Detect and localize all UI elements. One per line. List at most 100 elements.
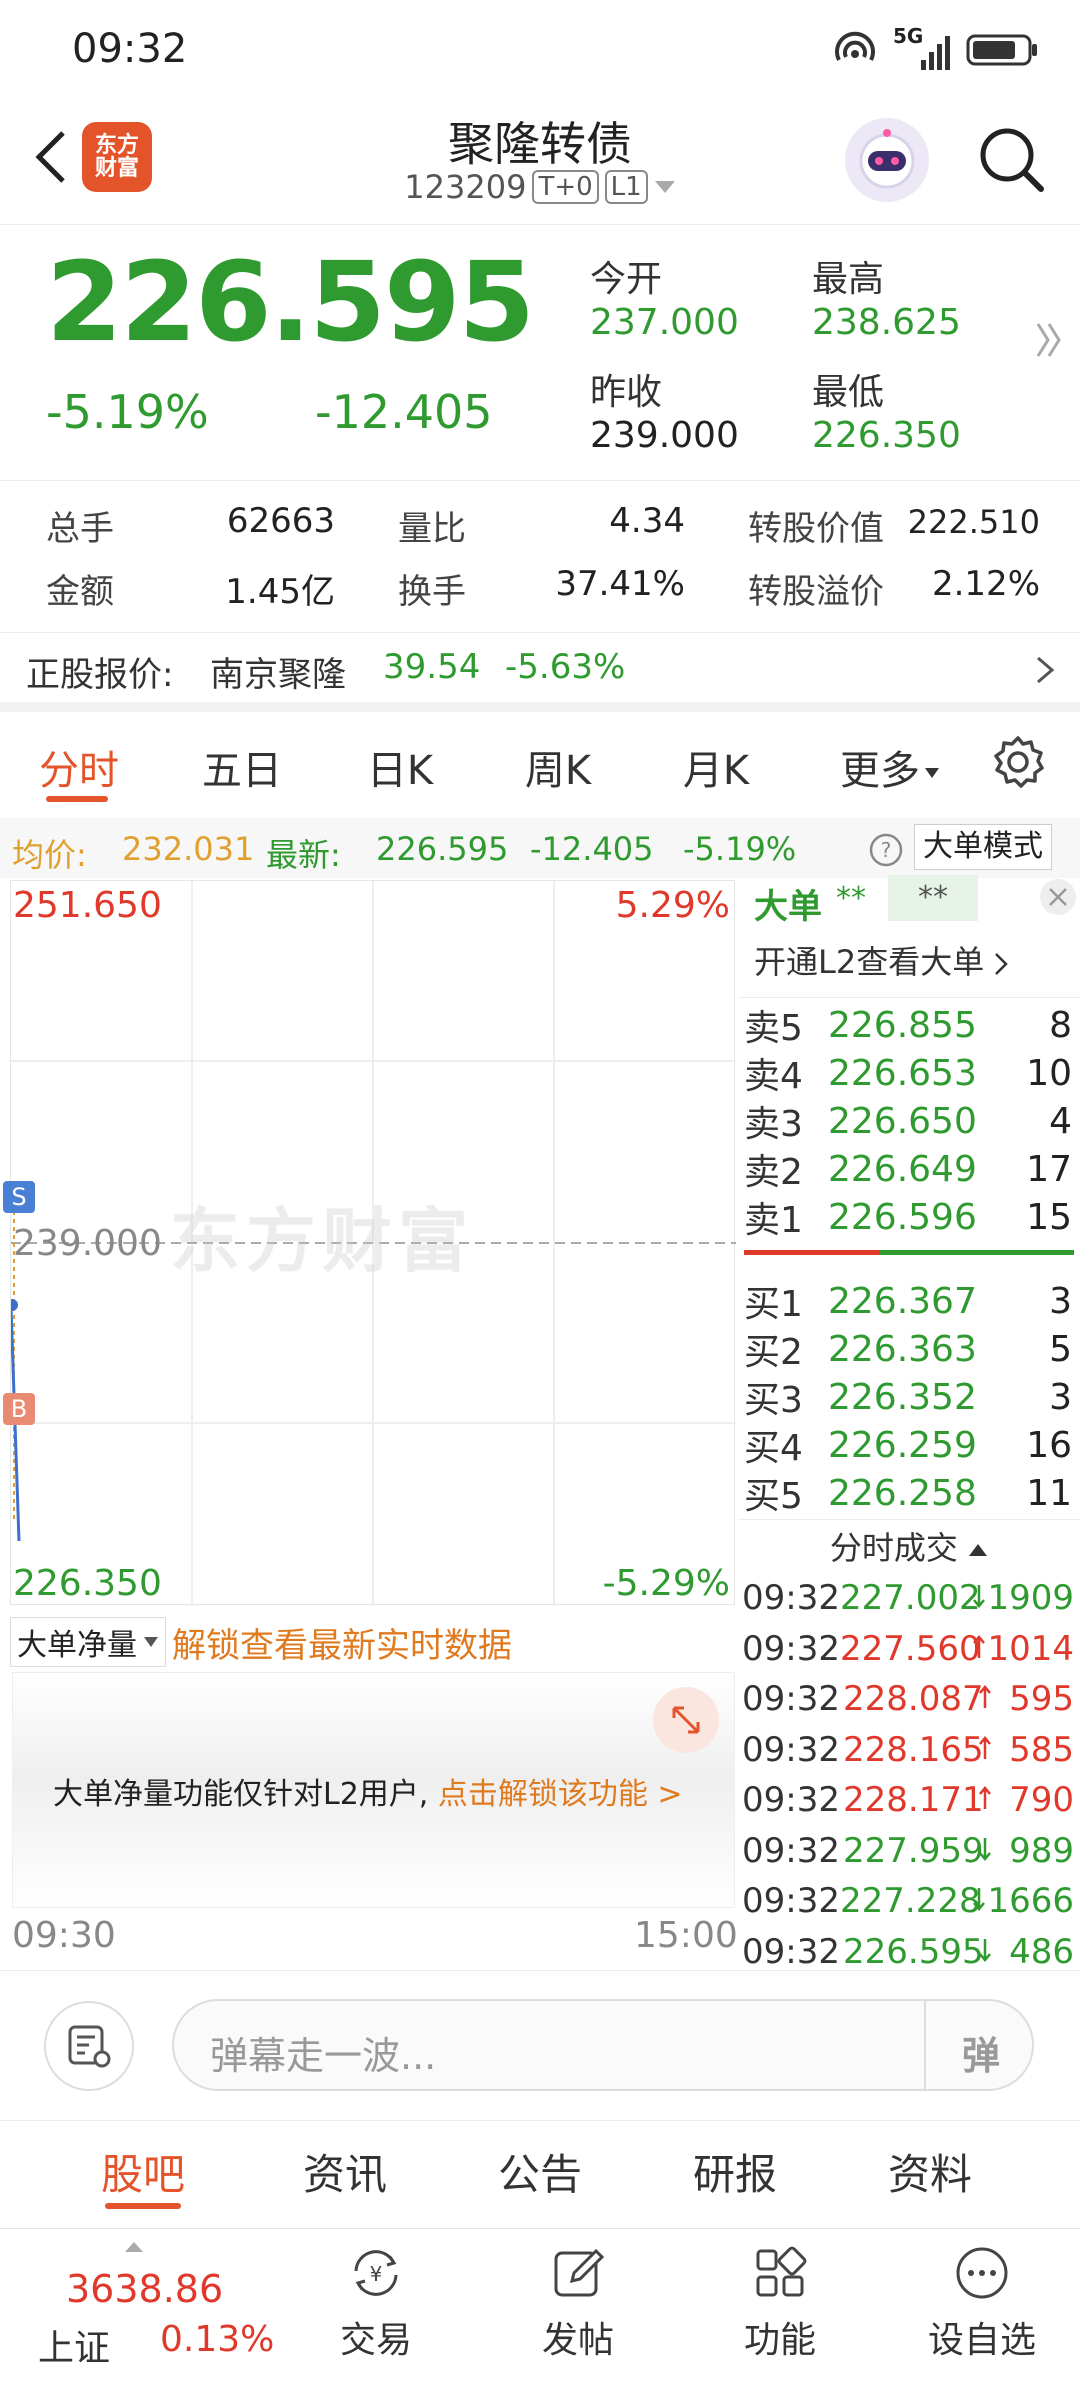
bid-row-4[interactable]: 买4 226.259 16 — [738, 1421, 1080, 1470]
prev-close-value: 239.000 — [590, 415, 739, 456]
trade-row[interactable]: 09:32 227.959 989 — [738, 1826, 1080, 1876]
danmu-settings-button[interactable] — [44, 2001, 134, 2091]
danmu-input[interactable]: 弹幕走一波... 弹 — [172, 1999, 1034, 2091]
index-widget[interactable]: 3638.86 上证 0.13% — [24, 2237, 284, 2387]
tab-five-day[interactable]: 五日 — [192, 738, 292, 796]
ratio-value: 4.34 — [609, 501, 685, 541]
status-bar: 09:32 5G — [0, 0, 1080, 100]
robot-assistant-icon[interactable] — [845, 118, 929, 202]
y-axis-top: 251.650 — [13, 885, 162, 926]
premium-label: 转股溢价 — [748, 572, 884, 612]
last-price: 226.595 — [46, 238, 535, 366]
y-axis-mid: 239.000 — [13, 1223, 162, 1264]
ask-row-1[interactable]: 卖1 226.596 15 — [738, 1193, 1080, 1242]
nav-functions[interactable]: 功能 — [710, 2241, 850, 2363]
expand-quote-icon[interactable] — [1035, 320, 1063, 370]
underlying-stock-row[interactable]: 正股报价: 南京聚隆 39.54 -5.63% — [0, 632, 1080, 702]
ask-row-5[interactable]: 卖5 226.855 8 — [738, 1001, 1080, 1050]
nav-post[interactable]: 发帖 — [508, 2241, 648, 2363]
bid-price: 226.352 — [828, 1376, 977, 1418]
trade-row[interactable]: 09:32 228.165 585 — [738, 1725, 1080, 1775]
search-button[interactable] — [970, 118, 1054, 202]
ask-price: 226.649 — [828, 1148, 977, 1190]
trade-row[interactable]: 09:32 227.560 1014 — [738, 1624, 1080, 1674]
tab-announcements[interactable]: 公告 — [470, 2141, 610, 2202]
tab-daily-k[interactable]: 日K — [350, 738, 450, 796]
trade-price: 228.165 — [843, 1729, 984, 1770]
chart-settings-button[interactable] — [990, 734, 1046, 794]
y-axis-bottom-pct: -5.29% — [602, 1563, 730, 1604]
open-label: 今开 — [590, 259, 663, 300]
close-icon[interactable] — [1038, 877, 1078, 917]
status-time: 09:32 — [72, 26, 188, 72]
index-change: 0.13% — [160, 2319, 275, 2360]
tab-intraday[interactable]: 分时 — [34, 738, 124, 796]
chart-tabs: 分时 五日 日K 周K 月K 更多 — [0, 712, 1080, 812]
tab-monthly-k[interactable]: 月K — [666, 738, 766, 796]
bid-volume: 11 — [1026, 1472, 1072, 1514]
net-volume-select[interactable]: 大单净量 — [10, 1617, 166, 1667]
unlock-realtime-link[interactable]: 解锁查看最新实时数据 — [172, 1618, 512, 1667]
change-amount: -12.405 — [315, 385, 493, 439]
code-row[interactable]: 123209 T+0 L1 — [340, 168, 740, 206]
net-volume-bar: 大单净量 解锁查看最新实时数据 — [10, 1612, 735, 1672]
danmu-send-button[interactable]: 弹 — [924, 2001, 1032, 2089]
bid-row-3[interactable]: 买3 226.352 3 — [738, 1373, 1080, 1422]
trade-price: 227.560 — [839, 1628, 981, 1669]
nav-trade[interactable]: ¥ 交易 — [306, 2241, 446, 2363]
tab-research[interactable]: 研报 — [665, 2141, 805, 2202]
trade-row[interactable]: 09:32 227.002 1909 — [738, 1573, 1080, 1623]
tab-weekly-k[interactable]: 周K — [508, 738, 608, 796]
ask-volume: 4 — [1049, 1100, 1072, 1142]
conv-value-label: 转股价值 — [748, 509, 884, 549]
ask-row-4[interactable]: 卖4 226.653 10 — [738, 1049, 1080, 1098]
trade-price: 227.002 — [839, 1578, 981, 1618]
ask-row-3[interactable]: 卖3 226.650 4 — [738, 1097, 1080, 1146]
arrow-down-icon — [973, 1932, 997, 1972]
ask-row-2[interactable]: 卖2 226.649 17 — [738, 1145, 1080, 1194]
tab-profile[interactable]: 资料 — [860, 2141, 1000, 2202]
trade-row[interactable]: 09:32 228.087 595 — [738, 1674, 1080, 1724]
svg-text:¥: ¥ — [370, 2262, 383, 2286]
tab-guba[interactable]: 股吧 — [73, 2141, 213, 2202]
ask-price: 226.855 — [828, 1004, 977, 1046]
bid-label: 买2 — [744, 1332, 803, 1373]
trades-header[interactable]: 分时成交 — [738, 1523, 1080, 1569]
conv-value: 222.510 — [907, 503, 1040, 541]
trade-row[interactable]: 09:32 227.228 1666 — [738, 1876, 1080, 1926]
trade-time: 09:32 — [742, 1830, 840, 1871]
big-order-mode-button[interactable]: 大单模式 — [914, 824, 1052, 870]
caret-up-icon — [969, 1544, 988, 1556]
bid-label: 买3 — [744, 1380, 803, 1421]
bid-row-2[interactable]: 买2 226.363 5 — [738, 1325, 1080, 1374]
bid-price: 226.363 — [828, 1328, 977, 1370]
expand-button[interactable] — [653, 1687, 719, 1753]
nav-functions-label: 功能 — [743, 2320, 816, 2361]
nav-add-watchlist[interactable]: 设自选 — [912, 2241, 1052, 2363]
tab-news[interactable]: 资讯 — [275, 2141, 415, 2202]
open-l2-link[interactable]: 开通L2查看大单 — [754, 937, 1009, 983]
volume-value: 62663 — [226, 501, 335, 541]
trade-row[interactable]: 09:32 228.171 790 — [738, 1775, 1080, 1825]
help-icon[interactable]: ? — [868, 832, 904, 868]
tab-more[interactable]: 更多 — [830, 738, 950, 796]
svg-text:?: ? — [881, 838, 892, 862]
back-arrow-icon — [35, 131, 65, 183]
bid-ask-ratio-bar — [744, 1250, 1074, 1255]
sell-marker[interactable]: S — [3, 1181, 35, 1213]
trade-time: 09:32 — [742, 1578, 840, 1618]
trade-time: 09:32 — [742, 1679, 840, 1719]
buy-marker[interactable]: B — [3, 1393, 35, 1425]
back-button[interactable] — [20, 122, 80, 192]
index-value: 3638.86 — [66, 2267, 224, 2311]
bid-volume: 3 — [1049, 1376, 1072, 1418]
y-axis-bottom: 226.350 — [13, 1563, 162, 1604]
l2-notice: 大单净量功能仅针对L2用户, 点击解锁该功能 > — [53, 1769, 683, 1813]
bid-row-1[interactable]: 买1 226.367 3 — [738, 1277, 1080, 1326]
bid-row-5[interactable]: 买5 226.258 11 — [738, 1469, 1080, 1518]
trade-price: 228.087 — [843, 1679, 984, 1719]
eastmoney-logo[interactable]: 东方 财富 — [82, 122, 152, 192]
unlock-feature-link[interactable]: 点击解锁该功能 > — [438, 1777, 683, 1812]
arrow-down-icon — [973, 1831, 997, 1871]
trade-row[interactable]: 09:32 226.595 486 — [738, 1927, 1080, 1977]
